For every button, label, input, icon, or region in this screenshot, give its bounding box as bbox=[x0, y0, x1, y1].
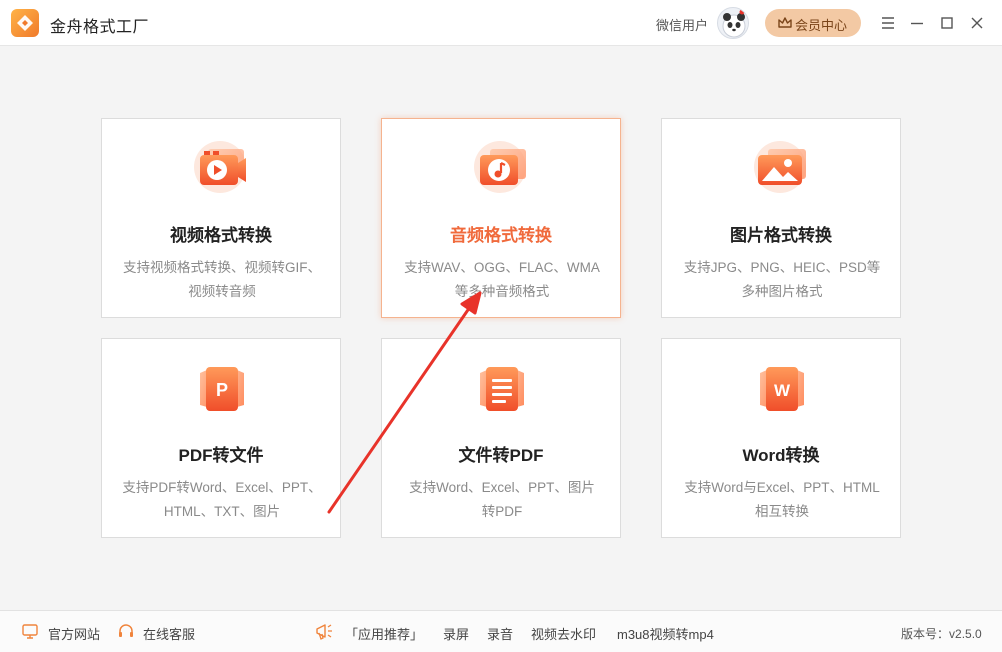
word-icon: W bbox=[750, 359, 814, 419]
card-description-line-2: 多种图片格式 bbox=[741, 284, 823, 299]
audio-record-link[interactable]: 录音 bbox=[487, 624, 513, 643]
user-name[interactable]: 微信用户 bbox=[656, 15, 708, 34]
card-title: 音频格式转换 bbox=[450, 226, 552, 245]
maximize-icon[interactable] bbox=[937, 13, 957, 33]
svg-text:W: W bbox=[774, 381, 791, 400]
card-title: Word转换 bbox=[742, 446, 820, 465]
card-description-line-1: 支持Word与Excel、PPT、HTML bbox=[684, 480, 880, 495]
headset-icon bbox=[119, 624, 133, 637]
card-description-line-2: 等多种音频格式 bbox=[454, 284, 550, 299]
screen-record-link[interactable]: 录屏 bbox=[443, 624, 469, 643]
card-title: 视频格式转换 bbox=[170, 226, 272, 245]
card-word-convert[interactable]: W Word转换 支持Word与Excel、PPT、HTML 相互转换 bbox=[661, 338, 901, 538]
card-description: 支持Word与Excel、PPT、HTML 相互转换 bbox=[674, 476, 890, 524]
image-convert-icon bbox=[750, 139, 814, 199]
card-title: 图片格式转换 bbox=[730, 226, 832, 245]
menu-icon[interactable] bbox=[878, 13, 898, 33]
vip-center-label: 会员中心 bbox=[795, 18, 848, 33]
card-description-line-1: 支持PDF转Word、Excel、PPT、 bbox=[122, 480, 322, 495]
card-title: 文件转PDF bbox=[458, 446, 544, 465]
vip-center-button[interactable]: 会员中心 bbox=[765, 9, 861, 37]
card-file-to-pdf[interactable]: 文件转PDF 支持Word、Excel、PPT、图片 转PDF bbox=[381, 338, 621, 538]
card-description: 支持JPG、PNG、HEIC、PSD等 多种图片格式 bbox=[674, 256, 890, 304]
pdf-icon: P bbox=[190, 359, 254, 419]
crown-icon bbox=[778, 17, 792, 28]
version-label: 版本号： bbox=[901, 627, 950, 641]
card-image-convert[interactable]: 图片格式转换 支持JPG、PNG、HEIC、PSD等 多种图片格式 bbox=[661, 118, 901, 318]
online-support-link[interactable]: 在线客服 bbox=[143, 624, 195, 643]
app-recommend-label: 「应用推荐」 bbox=[345, 627, 424, 642]
card-description-line-2: 相互转换 bbox=[755, 504, 809, 519]
card-description-line-2: 视频转音频 bbox=[188, 284, 256, 299]
close-icon[interactable] bbox=[967, 13, 987, 33]
svg-text:P: P bbox=[216, 380, 228, 400]
card-description: 支持PDF转Word、Excel、PPT、 HTML、TXT、图片 bbox=[114, 476, 330, 524]
card-description-line-2: HTML、TXT、图片 bbox=[163, 504, 281, 519]
card-description: 支持WAV、OGG、FLAC、WMA 等多种音频格式 bbox=[394, 256, 610, 304]
official-website-link[interactable]: 官方网站 bbox=[48, 624, 100, 643]
card-audio-convert[interactable]: 音频格式转换 支持WAV、OGG、FLAC、WMA 等多种音频格式 bbox=[381, 118, 621, 318]
card-description: 支持Word、Excel、PPT、图片 转PDF bbox=[394, 476, 610, 524]
version-info: 版本号：v2.5.0 bbox=[901, 625, 982, 642]
card-pdf-to-file[interactable]: P PDF转文件 支持PDF转Word、Excel、PPT、 HTML、TXT、… bbox=[101, 338, 341, 538]
megaphone-icon bbox=[316, 624, 332, 640]
minimize-icon[interactable] bbox=[907, 13, 927, 33]
audio-convert-icon bbox=[470, 139, 534, 199]
app-logo-icon bbox=[11, 9, 39, 37]
document-icon bbox=[470, 359, 534, 419]
version-number: v2.5.0 bbox=[949, 627, 982, 641]
avatar[interactable] bbox=[717, 7, 749, 39]
monitor-icon bbox=[22, 624, 38, 639]
card-description-line-2: 转PDF bbox=[481, 504, 523, 519]
title-bar: 金舟格式工厂 微信用户 会员中心 bbox=[0, 0, 1002, 46]
card-description-line-1: 支持JPG、PNG、HEIC、PSD等 bbox=[683, 260, 881, 275]
remove-watermark-link[interactable]: 视频去水印 bbox=[531, 624, 596, 643]
card-title: PDF转文件 bbox=[178, 446, 264, 465]
video-convert-icon bbox=[190, 139, 254, 199]
card-description-line-1: 支持视频格式转换、视频转GIF、 bbox=[123, 260, 321, 275]
card-description-line-1: 支持Word、Excel、PPT、图片 bbox=[409, 480, 595, 495]
m3u8-to-mp4-link[interactable]: m3u8视频转mp4 bbox=[617, 624, 714, 643]
card-description: 支持视频格式转换、视频转GIF、 视频转音频 bbox=[114, 256, 330, 304]
footer-bar: 官方网站 在线客服 「应用推荐」 录屏 录音 视频去水印 m3u8视频转mp4 … bbox=[0, 610, 1002, 652]
annotation-arrow bbox=[327, 291, 482, 514]
app-title: 金舟格式工厂 bbox=[50, 19, 150, 36]
card-video-convert[interactable]: 视频格式转换 支持视频格式转换、视频转GIF、 视频转音频 bbox=[101, 118, 341, 318]
card-description-line-1: 支持WAV、OGG、FLAC、WMA bbox=[404, 260, 600, 275]
